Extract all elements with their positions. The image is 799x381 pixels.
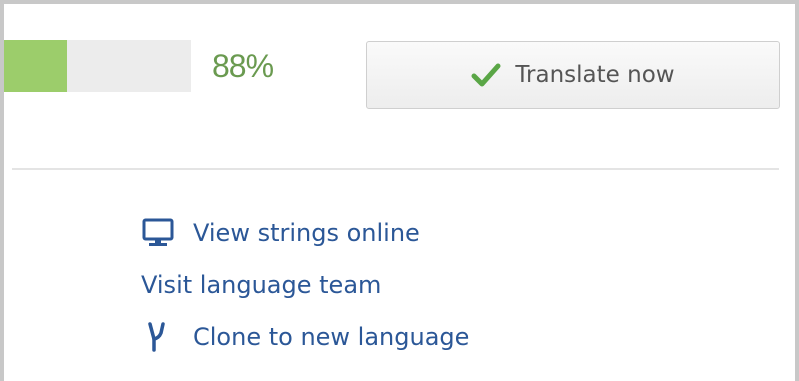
section-divider: [12, 168, 779, 170]
translation-progress-percent: 88%: [212, 48, 274, 84]
view-strings-online-link[interactable]: View strings online: [141, 217, 420, 249]
checkmark-icon: [471, 60, 501, 90]
translate-now-label: Translate now: [515, 62, 675, 88]
resource-panel: 88% Translate now View strings online Vi…: [0, 0, 799, 381]
monitor-icon: [141, 217, 175, 249]
clone-to-new-language-link[interactable]: Clone to new language: [141, 321, 469, 353]
panel-border-right: [795, 0, 799, 381]
translate-now-button[interactable]: Translate now: [366, 41, 780, 109]
translation-progress-fill: [4, 40, 68, 92]
visit-language-team-link[interactable]: Visit language team: [141, 269, 381, 301]
clone-to-new-language-label: Clone to new language: [193, 323, 470, 351]
fork-icon: [141, 321, 175, 353]
panel-border-top: [0, 0, 799, 4]
visit-language-team-label: Visit language team: [141, 271, 382, 299]
translation-progress-bar: [4, 40, 191, 92]
view-strings-online-label: View strings online: [193, 219, 420, 247]
